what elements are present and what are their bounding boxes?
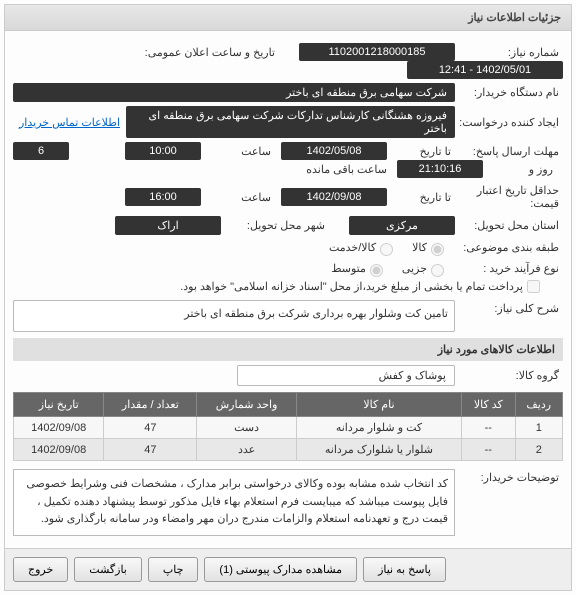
- radio-medium[interactable]: متوسط: [331, 261, 386, 277]
- radio-service[interactable]: کالا/خدمت: [329, 240, 396, 256]
- price-valid-label: حداقل تاریخ اعتبار قیمت:: [455, 182, 563, 212]
- day-label: روز و: [489, 161, 557, 178]
- price-valid-date: 1402/09/08: [281, 188, 387, 206]
- table-cell: 47: [104, 439, 197, 461]
- city-value: اراک: [115, 216, 221, 235]
- table-row: 2--شلوار یا شلوارک مردانهعدد471402/09/08: [14, 439, 563, 461]
- table-cell: --: [462, 439, 515, 461]
- table-cell: شلوار یا شلوارک مردانه: [296, 439, 461, 461]
- buy-type-label: نوع فرآیند خرید :: [455, 260, 563, 277]
- buyer-notes-value: کد انتخاب شده مشابه بوده وکالای درخواستی…: [13, 469, 455, 536]
- to-date-label-2: تا تاریخ: [387, 189, 455, 206]
- treasury-note: پرداخت تمام یا بخشی از مبلغ خرید،از محل …: [180, 280, 523, 293]
- table-cell: 1402/09/08: [14, 439, 104, 461]
- need-no-label: شماره نیاز:: [455, 44, 563, 61]
- pub-date-label: تاریخ و ساعت اعلان عمومی:: [121, 44, 279, 61]
- table-cell: 2: [515, 439, 562, 461]
- hour-label-2: ساعت: [207, 189, 275, 206]
- panel-title: جزئیات اطلاعات نیاز: [5, 5, 571, 31]
- remain-label: ساعت باقی مانده: [293, 161, 391, 178]
- items-section-title: اطلاعات کالاهای مورد نیاز: [13, 338, 563, 361]
- return-button[interactable]: بازگشت: [74, 557, 142, 582]
- exit-button[interactable]: خروج: [13, 557, 68, 582]
- table-cell: 47: [104, 417, 197, 439]
- table-header: نام کالا: [296, 393, 461, 417]
- radio-goods[interactable]: کالا: [412, 240, 447, 256]
- need-no-value: 1102001218000185: [299, 43, 455, 61]
- reply-deadline-label: مهلت ارسال پاسخ:: [455, 143, 563, 160]
- to-date-label: تا تاریخ: [387, 143, 455, 160]
- desc-label: شرح کلی نیاز:: [455, 300, 563, 317]
- buyer-value: شرکت سهامی برق منطقه ای باختر: [13, 83, 455, 102]
- print-button[interactable]: چاپ: [148, 557, 199, 582]
- hour-label-1: ساعت: [207, 143, 275, 160]
- reply-hour-value: 10:00: [125, 142, 201, 160]
- radio-partial-label: جزیی: [402, 262, 427, 275]
- city-label: شهر محل تحویل:: [221, 217, 329, 234]
- radio-goods-label: کالا: [412, 241, 427, 254]
- table-cell: 1402/09/08: [14, 417, 104, 439]
- contact-link[interactable]: اطلاعات تماس خریدار: [19, 116, 120, 129]
- table-header: ردیف: [515, 393, 562, 417]
- creator-value: فیروزه هشنگانی کارشناس تدارکات شرکت سهام…: [126, 106, 455, 138]
- price-valid-hour: 16:00: [125, 188, 201, 206]
- day-value: 6: [13, 142, 69, 160]
- table-cell: --: [462, 417, 515, 439]
- table-row: 1--کت و شلوار مردانهدست471402/09/08: [14, 417, 563, 439]
- group-label: گروه کالا:: [455, 367, 563, 384]
- pub-date-value: 1402/05/01 - 12:41: [407, 61, 563, 79]
- radio-partial[interactable]: جزیی: [402, 261, 447, 277]
- attachments-button[interactable]: مشاهده مدارک پیوستی (1): [204, 557, 357, 582]
- province-label: استان محل تحویل:: [455, 217, 563, 234]
- category-label: طبقه بندی موضوعی:: [455, 239, 563, 256]
- table-header: تعداد / مقدار: [104, 393, 197, 417]
- group-value: پوشاک و کفش: [237, 365, 455, 386]
- items-table: ردیفکد کالانام کالاواحد شمارشتعداد / مقد…: [13, 392, 563, 461]
- desc-value: تامین کت وشلوار بهره برداری شرکت برق منط…: [13, 300, 455, 332]
- remain-value: 21:10:16: [397, 160, 483, 178]
- checkbox-treasury[interactable]: پرداخت تمام یا بخشی از مبلغ خرید،از محل …: [180, 277, 543, 296]
- creator-label: ایجاد کننده درخواست:: [455, 114, 563, 131]
- buyer-notes-label: توضیحات خریدار:: [455, 469, 563, 486]
- table-cell: عدد: [197, 439, 297, 461]
- table-cell: دست: [197, 417, 297, 439]
- province-value: مرکزی: [349, 216, 455, 235]
- respond-button[interactable]: پاسخ به نیاز: [363, 557, 446, 582]
- radio-medium-label: متوسط: [331, 262, 366, 275]
- table-header: کد کالا: [462, 393, 515, 417]
- table-cell: کت و شلوار مردانه: [296, 417, 461, 439]
- reply-date-value: 1402/05/08: [281, 142, 387, 160]
- table-header: تاریخ نیاز: [14, 393, 104, 417]
- table-header: واحد شمارش: [197, 393, 297, 417]
- table-cell: 1: [515, 417, 562, 439]
- buyer-label: نام دستگاه خریدار:: [455, 84, 563, 101]
- radio-service-label: کالا/خدمت: [329, 241, 376, 254]
